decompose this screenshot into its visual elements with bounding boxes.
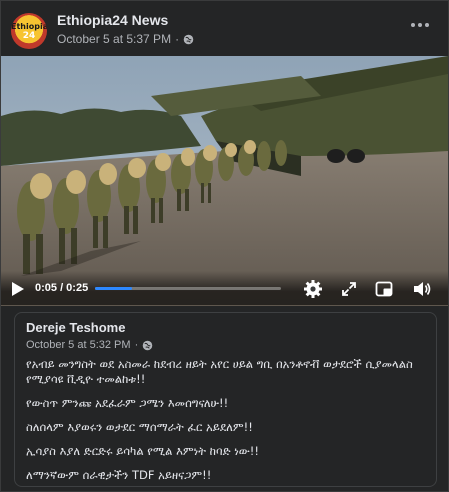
shared-author-link[interactable]: Dereje Teshome xyxy=(26,320,125,335)
post-paragraph: ኢሳያስ እያለ ድርድሩ ይሳካል የሚል እምነት ከባድ ነው!! xyxy=(26,444,260,458)
video-controls: 0:05 / 0:25 xyxy=(1,271,448,305)
shared-post[interactable]: Dereje Teshome October 5 at 5:32 PM · የአ… xyxy=(14,312,437,487)
play-icon[interactable] xyxy=(11,281,25,297)
miniplayer-icon[interactable] xyxy=(374,279,394,299)
avatar-text: Ethiopia xyxy=(11,22,47,31)
fullscreen-icon[interactable] xyxy=(339,279,359,299)
post-timestamp[interactable]: October 5 at 5:37 PM xyxy=(57,32,171,46)
video-player[interactable] xyxy=(1,56,448,306)
post-paragraph: ለማንኛውም ሰራዊታችን TDF አይዘናጋም!! xyxy=(26,468,212,482)
meta-separator: · xyxy=(134,339,139,351)
globe-icon xyxy=(183,34,194,44)
page-avatar[interactable]: Ethiopia 24 xyxy=(11,13,47,49)
more-icon[interactable] xyxy=(408,17,432,33)
globe-icon xyxy=(142,340,153,350)
post-paragraph: ስለሰላም እያወሩን ወታደር ማሰማራት ፈር አይደለም!! xyxy=(26,420,253,434)
shared-meta: October 5 at 5:32 PM · xyxy=(26,339,153,351)
post-meta: October 5 at 5:37 PM · xyxy=(57,32,194,46)
video-progress-fill xyxy=(95,287,133,290)
meta-separator: · xyxy=(175,32,180,46)
volume-icon[interactable] xyxy=(412,279,432,299)
settings-icon[interactable] xyxy=(303,279,323,299)
video-time: 0:05 / 0:25 xyxy=(35,282,89,294)
video-frame xyxy=(1,56,448,306)
shared-post-body: የአብይ መንግስት ወደ አስመራ ከደብረ ዘይት አየር ሀይል ግቢ በ… xyxy=(26,357,428,492)
video-progress-bar[interactable] xyxy=(95,287,281,290)
post-paragraph: የውስጥ ምንጩ አደፈራም ጋሜን እመሰግናለሁ!! xyxy=(26,396,229,410)
post-paragraph: የአብይ መንግስት ወደ አስመራ ከደብረ ዘይት አየር ሀይል ግቢ በ… xyxy=(26,357,413,386)
shared-timestamp[interactable]: October 5 at 5:32 PM xyxy=(26,339,131,351)
page-name-link[interactable]: Ethiopia24 News xyxy=(57,12,168,28)
post-header: Ethiopia 24 Ethiopia24 News October 5 at… xyxy=(11,9,440,53)
post-card: Ethiopia 24 Ethiopia24 News October 5 at… xyxy=(0,0,449,492)
avatar-number: 24 xyxy=(22,31,36,41)
